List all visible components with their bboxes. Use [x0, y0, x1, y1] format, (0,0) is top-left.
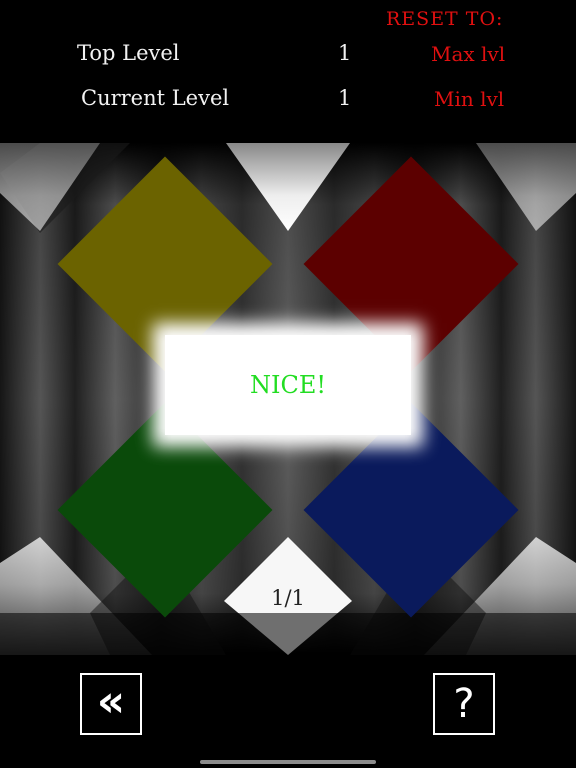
- progress-counter: 1/1: [271, 586, 305, 610]
- current-level-label: Current Level: [81, 86, 230, 110]
- question-mark-icon: ?: [453, 681, 475, 727]
- help-button[interactable]: ?: [433, 673, 495, 735]
- home-indicator: [200, 760, 376, 764]
- reset-max-level-button[interactable]: Max lvl: [431, 42, 505, 66]
- game-board: NICE! 1/1: [0, 143, 576, 655]
- message-box: NICE!: [165, 335, 411, 435]
- reset-min-level-button[interactable]: Min lvl: [434, 87, 504, 111]
- top-level-value: 1: [338, 41, 352, 65]
- reset-to-title: RESET TO:: [386, 8, 504, 30]
- current-level-value: 1: [338, 86, 352, 110]
- feedback-message: NICE!: [249, 371, 326, 399]
- top-level-label: Top Level: [77, 41, 180, 65]
- back-button[interactable]: «: [80, 673, 142, 735]
- double-chevron-left-icon: «: [96, 676, 126, 727]
